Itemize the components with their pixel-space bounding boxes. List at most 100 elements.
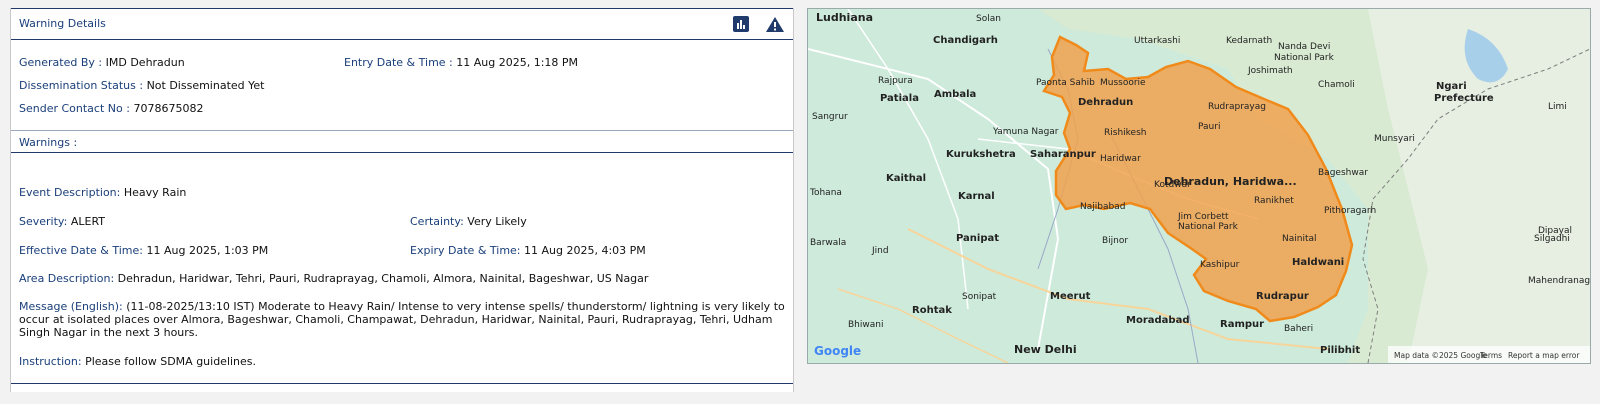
svg-text:Panipat: Panipat [956,233,999,244]
certainty-value: Very Likely [467,215,527,228]
map-canvas[interactable]: Ludhiana Chandigarh Rajpura Patiala Amba… [808,9,1590,363]
svg-text:Ludhiana: Ludhiana [816,11,873,24]
expiry-label: Expiry Date & Time: [410,244,521,257]
svg-text:Ngari: Ngari [1436,81,1467,92]
svg-text:Chamoli: Chamoli [1318,80,1355,90]
svg-text:Rohtak: Rohtak [912,305,952,316]
region-label: Dehradun, Haridwa... [1164,175,1297,188]
svg-text:Mussoorie: Mussoorie [1100,78,1146,88]
dissemination-row: Dissemination Status : Not Disseminated … [19,79,264,92]
panel-title: Warning Details [19,17,106,30]
event-row: Event Description: Heavy Rain [19,186,186,199]
svg-text:Paonta Sahib: Paonta Sahib [1036,78,1095,88]
svg-text:Yamuna Nagar: Yamuna Nagar [992,127,1059,137]
expiry-value: 11 Aug 2025, 4:03 PM [524,244,646,257]
severity-label: Severity: [19,215,68,228]
svg-text:Solan: Solan [976,14,1001,24]
svg-text:Tohana: Tohana [809,188,842,198]
effective-row: Effective Date & Time: 11 Aug 2025, 1:03… [19,244,268,257]
area-row: Area Description: Dehradun, Haridwar, Te… [19,272,648,285]
svg-text:Bageshwar: Bageshwar [1318,168,1368,178]
sender-value: 7078675082 [133,102,204,115]
svg-text:Ambala: Ambala [934,89,976,100]
svg-text:Rampur: Rampur [1220,319,1264,330]
event-value: Heavy Rain [123,186,187,199]
svg-text:Patiala: Patiala [880,93,919,104]
sender-label: Sender Contact No : [19,102,130,115]
effective-value: 11 Aug 2025, 1:03 PM [146,244,269,257]
entry-value: 11 Aug 2025, 1:18 PM [456,56,579,69]
svg-text:Meerut: Meerut [1050,291,1091,302]
message-label: Message (English): [19,300,123,313]
expiry-row: Expiry Date & Time: 11 Aug 2025, 4:03 PM [410,244,646,257]
svg-text:Pilibhit: Pilibhit [1320,345,1360,356]
instruction-row: Instruction: Please follow SDMA guidelin… [19,355,256,368]
svg-text:Joshimath: Joshimath [1247,66,1293,76]
svg-text:Pithoragarh: Pithoragarh [1324,206,1376,216]
panel-header: Warning Details [11,9,793,40]
svg-text:National Park: National Park [1274,53,1335,63]
map-terms-link[interactable]: Terms [1479,351,1502,360]
svg-text:Saharanpur: Saharanpur [1030,149,1096,160]
svg-text:Haldwani: Haldwani [1292,257,1344,268]
area-value: Dehradun, Haridwar, Tehri, Pauri, Rudrap… [117,272,649,285]
entry-label: Entry Date & Time : [344,56,453,69]
svg-text:Prefecture: Prefecture [1434,93,1494,104]
certainty-row: Certainty: Very Likely [410,215,527,228]
svg-text:Jim Corbett: Jim Corbett [1177,212,1229,222]
svg-text:Kaithal: Kaithal [886,173,926,184]
svg-text:Pauri: Pauri [1198,122,1220,132]
message-value: (11-08-2025/13:10 IST) Moderate to Heavy… [19,300,785,339]
svg-text:Kurukshetra: Kurukshetra [946,149,1016,160]
bar-chart-icon[interactable] [733,16,749,32]
svg-text:Rudrapur: Rudrapur [1256,291,1309,302]
svg-text:New Delhi: New Delhi [1014,343,1077,356]
svg-text:Sangrur: Sangrur [812,112,848,122]
svg-text:Baheri: Baheri [1284,324,1313,334]
area-label: Area Description: [19,272,115,285]
svg-text:Ranikhet: Ranikhet [1254,196,1294,206]
svg-text:National Park: National Park [1178,222,1239,232]
svg-text:Sonipat: Sonipat [962,292,997,302]
generated-by-label: Generated By : [19,56,103,69]
dissemination-label: Dissemination Status : [19,79,144,92]
dissemination-value: Not Disseminated Yet [146,79,265,92]
sender-row: Sender Contact No : 7078675082 [19,102,203,115]
bottom-divider [11,383,793,384]
svg-text:Nainital: Nainital [1282,234,1317,244]
warning-details-panel: Warning Details Generated By : IMD Dehra… [10,8,794,392]
event-label: Event Description: [19,186,121,199]
svg-text:Barwala: Barwala [810,238,846,248]
svg-text:Chandigarh: Chandigarh [933,35,998,46]
generated-by-row: Generated By : IMD Dehradun [19,56,185,69]
divider [11,152,793,153]
svg-text:Rajpura: Rajpura [878,76,913,86]
svg-text:Mahendranagar: Mahendranagar [1528,276,1590,286]
svg-text:Dehradun: Dehradun [1078,97,1133,108]
warnings-title: Warnings : [19,136,77,149]
instruction-label: Instruction: [19,355,82,368]
svg-text:Nanda Devi: Nanda Devi [1278,42,1330,52]
warning-triangle-icon[interactable] [765,16,784,32]
entry-row: Entry Date & Time : 11 Aug 2025, 1:18 PM [344,56,578,69]
effective-label: Effective Date & Time: [19,244,143,257]
report-map-error-link[interactable]: Report a map error [1508,351,1580,360]
warning-area-map[interactable]: Ludhiana Chandigarh Rajpura Patiala Amba… [807,8,1591,364]
svg-text:Bijnor: Bijnor [1102,236,1128,246]
warnings-title-text: Warnings : [19,136,78,149]
svg-text:Rishikesh: Rishikesh [1104,128,1146,138]
svg-text:Jind: Jind [871,246,889,256]
svg-text:Munsyari: Munsyari [1374,134,1415,144]
svg-text:Kashipur: Kashipur [1200,260,1240,270]
severity-row: Severity: ALERT [19,215,105,228]
instruction-value: Please follow SDMA guidelines. [85,355,257,368]
certainty-label: Certainty: [410,215,464,228]
svg-text:Silgadhi: Silgadhi [1534,234,1570,244]
svg-text:Kedarnath: Kedarnath [1226,36,1272,46]
svg-text:Bhiwani: Bhiwani [848,320,883,330]
svg-text:Rudraprayag: Rudraprayag [1208,102,1266,112]
generated-by-value: IMD Dehradun [105,56,185,69]
svg-text:Najibabad: Najibabad [1080,202,1125,212]
svg-text:Uttarkashi: Uttarkashi [1134,36,1180,46]
severity-value: ALERT [70,215,106,228]
